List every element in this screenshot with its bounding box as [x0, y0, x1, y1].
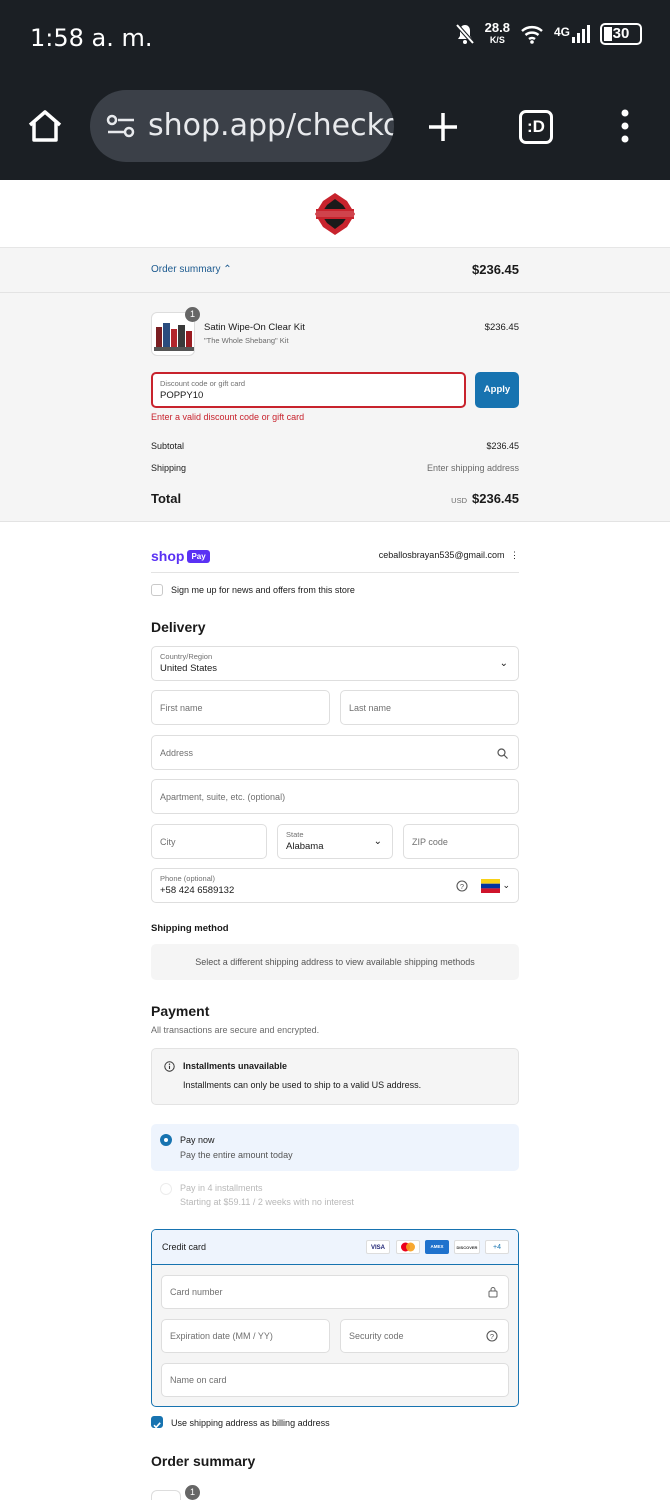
tab-switcher[interactable]: :D [519, 110, 553, 144]
apartment-field[interactable]: Apartment, suite, etc. (optional) [151, 779, 519, 814]
venezuela-flag-icon[interactable] [481, 879, 500, 893]
help-icon[interactable]: ? [456, 880, 468, 892]
order-summary-bar[interactable] [0, 248, 670, 293]
amex-icon: AMEX [425, 1240, 449, 1254]
visa-icon: VISA [366, 1240, 390, 1254]
expiration-field[interactable]: Expiration date (MM / YY) [161, 1319, 330, 1353]
delivery-heading: Delivery [151, 619, 206, 635]
discount-label: Discount code or gift card [160, 379, 246, 388]
installments-notice: Installments unavailable Installments ca… [151, 1048, 519, 1105]
product-name: Satin Wipe-On Clear Kit [204, 322, 305, 333]
discount-value: POPPY10 [160, 390, 204, 401]
search-icon [497, 748, 508, 759]
newsletter-checkbox[interactable] [151, 584, 163, 596]
check-icon [153, 1422, 161, 1429]
bell-off-icon [455, 23, 475, 45]
shop-pay-logo: shop Pay [151, 548, 210, 564]
credit-card-section: Credit card VISA AMEX DISCOVER +4 Card n… [151, 1229, 519, 1407]
more-vert-icon[interactable] [618, 108, 632, 144]
product-image [151, 1490, 181, 1500]
card-number-field[interactable]: Card number [161, 1275, 509, 1309]
pay-now-title: Pay now [180, 1135, 215, 1145]
product-price: $236.45 [484, 322, 519, 333]
pay-in-4-subtitle: Starting at $59.11 / 2 weeks with no int… [180, 1197, 354, 1207]
battery-indicator: 30 [600, 23, 642, 45]
newsletter-label: Sign me up for news and offers from this… [171, 585, 355, 595]
apply-button[interactable]: Apply [475, 372, 519, 408]
chevron-down-icon: ⌄ [373, 836, 382, 847]
chevron-down-icon: ⌄ [499, 658, 508, 669]
state-select[interactable]: State Alabama ⌄ [277, 824, 393, 859]
mastercard-icon [396, 1240, 420, 1254]
divider [151, 572, 519, 573]
first-name-field[interactable]: First name [151, 690, 330, 725]
shipping-method-notice: Select a different shipping address to v… [151, 944, 519, 980]
lock-icon [488, 1287, 498, 1298]
discount-error: Enter a valid discount code or gift card [151, 412, 305, 422]
order-summary-toggle[interactable]: Order summary ⌃ [151, 264, 232, 275]
name-on-card-field[interactable]: Name on card [161, 1363, 509, 1397]
payment-subtitle: All transactions are secure and encrypte… [151, 1025, 320, 1035]
address-field[interactable]: Address [151, 735, 519, 770]
order-summary-heading: Order summary [151, 1453, 256, 1469]
product-variant: "The Whole Shebang" Kit [204, 336, 289, 345]
last-name-field[interactable]: Last name [340, 690, 519, 725]
more-cards-badge: +4 [485, 1240, 509, 1254]
billing-checkbox[interactable] [151, 1416, 163, 1429]
chevron-down-icon: ⌄ [502, 880, 510, 890]
help-icon[interactable]: ? [486, 1330, 498, 1342]
quantity-badge: 1 [185, 1485, 200, 1500]
quantity-badge: 1 [185, 307, 200, 322]
shipping-method-heading: Shipping method [151, 923, 229, 934]
city-field[interactable]: City [151, 824, 267, 859]
clock: 1:58 a. m. [30, 24, 153, 52]
order-summary-price: $236.45 [472, 262, 519, 277]
installments-body: Installments can only be used to ship to… [183, 1080, 422, 1090]
country-select[interactable]: Country/Region United States ⌄ [151, 646, 519, 681]
new-tab-icon[interactable] [426, 110, 460, 144]
zip-field[interactable]: ZIP code [403, 824, 519, 859]
payment-heading: Payment [151, 1003, 210, 1019]
home-icon[interactable] [26, 108, 64, 144]
status-bar: 1:58 a. m. 28.8 K/S 4G 30 [0, 0, 670, 78]
more-icon[interactable]: ⋮ [510, 550, 519, 560]
shipping-row: Shipping Enter shipping address [151, 463, 519, 473]
signal-icon: 4G [554, 25, 590, 43]
site-settings-icon[interactable] [106, 114, 136, 138]
security-code-field[interactable]: Security code ? [340, 1319, 509, 1353]
pay-now-subtitle: Pay the entire amount today [180, 1150, 293, 1160]
pay-now-option[interactable] [151, 1124, 519, 1171]
url-text: shop.app/checko [148, 108, 394, 143]
browser-toolbar: shop.app/checko :D [0, 78, 670, 180]
pay-in-4-radio [160, 1183, 172, 1195]
phone-field[interactable]: Phone (optional) +58 424 6589132 ? ⌄ [151, 868, 519, 903]
subtotal-row: Subtotal $236.45 [151, 441, 519, 451]
billing-label: Use shipping address as billing address [171, 1418, 330, 1428]
wifi-icon [521, 26, 543, 44]
svg-text:?: ? [490, 1332, 494, 1341]
network-speed: 28.8 K/S [484, 20, 510, 45]
total-row: Total USD $236.45 [151, 491, 519, 506]
chevron-up-icon: ⌃ [223, 264, 232, 275]
discover-icon: DISCOVER [454, 1240, 480, 1254]
store-logo[interactable] [312, 192, 358, 236]
svg-text:?: ? [460, 882, 464, 891]
installments-title: Installments unavailable [183, 1061, 288, 1071]
info-icon [164, 1061, 175, 1072]
discount-input[interactable]: Discount code or gift card POPPY10 [151, 372, 466, 408]
url-bar[interactable]: shop.app/checko [90, 90, 394, 162]
pay-in-4-title: Pay in 4 installments [180, 1183, 263, 1193]
pay-now-radio[interactable] [160, 1134, 172, 1146]
account-email[interactable]: ceballosbrayan535@gmail.com ⋮ [379, 550, 519, 561]
credit-card-label: Credit card [162, 1242, 207, 1252]
credit-card-header[interactable]: Credit card VISA AMEX DISCOVER +4 [152, 1230, 518, 1265]
